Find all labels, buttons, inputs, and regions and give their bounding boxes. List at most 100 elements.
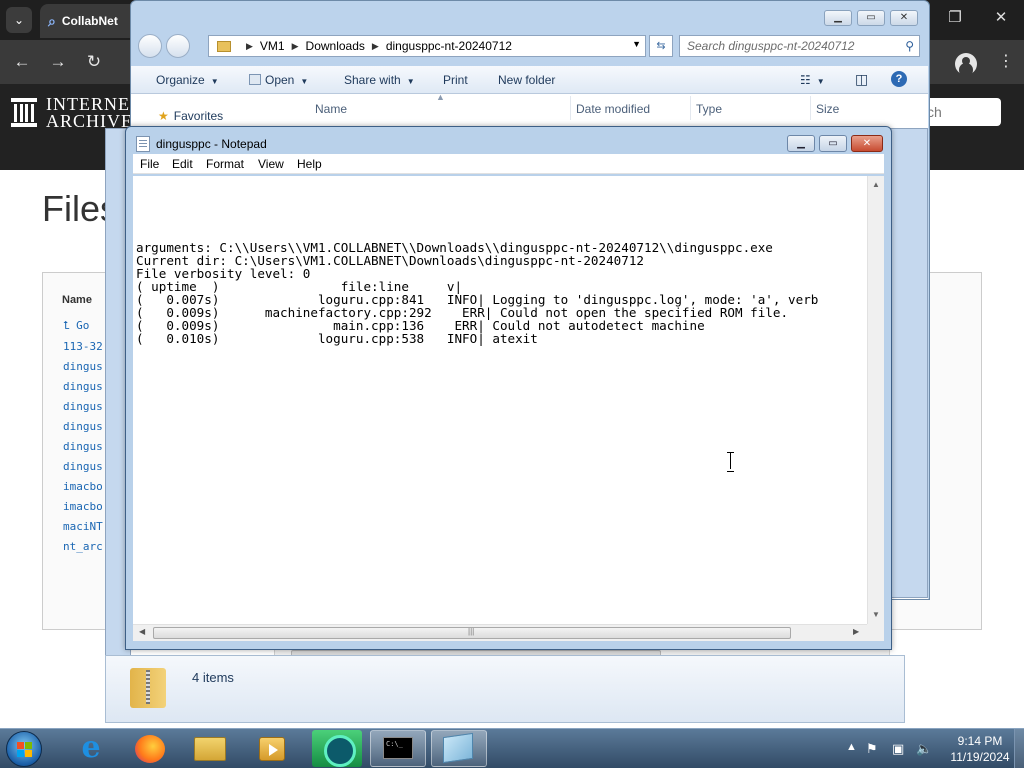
windows-logo-icon (17, 742, 32, 757)
window-frame (888, 128, 928, 598)
file-link[interactable]: maciNT (63, 520, 107, 533)
file-link[interactable]: dingus (63, 440, 107, 453)
menu-view[interactable]: View (258, 157, 284, 171)
close-button[interactable]: ✕ (890, 10, 918, 26)
tab-search-icon[interactable]: ⌄ (6, 7, 32, 33)
column-divider[interactable] (690, 96, 691, 120)
chevron-right-icon: ▶ (246, 40, 253, 51)
address-bar[interactable]: ▶ VM1 ▶ Downloads ▶ dingusppc-nt-2024071… (208, 35, 646, 57)
close-button[interactable]: ✕ (851, 135, 883, 152)
scroll-down-icon[interactable]: ▼ (872, 610, 880, 619)
search-icon: ⚲ (905, 39, 914, 53)
menu-file[interactable]: File (140, 157, 159, 171)
log-text: arguments: C:\\Users\\VM1.COLLABNET\\Dow… (136, 241, 818, 345)
horizontal-scrollbar[interactable]: ◀ ||| ▶ (133, 624, 867, 641)
menu-format[interactable]: Format (206, 157, 244, 171)
folder-icon (194, 737, 226, 761)
browser-tab[interactable]: ⌕ CollabNet (40, 4, 140, 38)
column-divider[interactable] (570, 96, 571, 120)
maximize-button[interactable]: ▭ (819, 135, 847, 152)
file-link[interactable]: nt_arc (63, 540, 107, 553)
start-button[interactable] (6, 731, 42, 767)
menu-edit[interactable]: Edit (172, 157, 193, 171)
profile-avatar-icon[interactable] (955, 53, 977, 75)
help-icon[interactable]: ? (891, 71, 907, 87)
notepad-icon (136, 136, 150, 152)
file-link[interactable]: imacbo (63, 500, 107, 513)
show-desktop-button[interactable] (1014, 729, 1024, 768)
action-center-icon[interactable]: ⚑ (866, 741, 878, 757)
vertical-scrollbar[interactable]: ▲ ▼ (867, 176, 884, 624)
search-icon: ⌕ (48, 12, 56, 29)
star-icon: ★ (158, 109, 169, 123)
zip-folder-icon (130, 668, 166, 708)
browser-tab-title: CollabNet (61, 14, 118, 28)
menu-icon[interactable]: ⋮ (998, 51, 1014, 71)
organize-button[interactable]: Organize ▼ (156, 73, 219, 87)
text-editor[interactable]: arguments: C:\\Users\\VM1.COLLABNET\\Dow… (133, 176, 867, 624)
restore-icon[interactable]: ❐ (940, 8, 970, 26)
scroll-left-icon[interactable]: ◀ (139, 627, 145, 636)
menu-bar (133, 154, 884, 174)
favorites-nav-item[interactable]: ★ Favorites (158, 109, 223, 123)
chevron-down-icon: ▼ (210, 77, 219, 86)
files-column-header[interactable]: Name (62, 294, 92, 306)
menu-help[interactable]: Help (297, 157, 322, 171)
refresh-button[interactable]: ⇆ (649, 35, 673, 57)
new-folder-button[interactable]: New folder (498, 73, 555, 87)
clock[interactable]: 9:14 PM 11/19/2024 (950, 733, 1010, 765)
back-icon[interactable] (138, 34, 162, 58)
breadcrumb-item[interactable]: Downloads (306, 39, 365, 53)
scroll-up-icon[interactable]: ▲ (872, 180, 880, 189)
column-divider[interactable] (810, 96, 811, 120)
network-icon[interactable]: ▣ (892, 741, 904, 757)
maximize-button[interactable]: ▭ (857, 10, 885, 26)
search-input[interactable]: Search dingusppc-nt-20240712 ⚲ (679, 35, 920, 57)
file-link[interactable]: dingus (63, 400, 107, 413)
volume-icon[interactable]: 🔈 (916, 741, 932, 757)
archive-temple-icon (11, 98, 37, 127)
open-icon (249, 74, 261, 85)
minimize-button[interactable]: ▁ (824, 10, 852, 26)
clock-time: 9:14 PM (957, 734, 1003, 748)
back-icon[interactable]: ← (10, 52, 34, 72)
back-forward-buttons (138, 34, 194, 58)
show-hidden-icons-icon[interactable]: ▲ (846, 741, 857, 753)
details-pane (105, 655, 905, 723)
file-link[interactable]: dingus (63, 420, 107, 433)
minimize-button[interactable]: ▁ (787, 135, 815, 152)
view-options-icon[interactable]: ☷ ▼ (800, 73, 825, 87)
share-with-button[interactable]: Share with ▼ (344, 73, 415, 87)
cmd-icon: C:\_ (383, 737, 413, 759)
file-link[interactable]: imacbo (63, 480, 107, 493)
search-placeholder: Search dingusppc-nt-20240712 (687, 39, 855, 53)
clock-date: 11/19/2024 (950, 750, 1010, 764)
media-player-icon[interactable] (259, 737, 285, 761)
column-header-type[interactable]: Type (696, 102, 722, 116)
print-button[interactable]: Print (443, 73, 468, 87)
preview-pane-icon[interactable]: ◫ (855, 71, 868, 88)
column-header-name[interactable]: Name (315, 102, 347, 116)
forward-icon[interactable]: → (46, 52, 70, 72)
size-grip[interactable] (867, 624, 884, 641)
up-arrow-icon: ⮤ (63, 319, 77, 332)
file-link[interactable]: 113-32 (63, 340, 107, 353)
firefox-icon[interactable] (135, 735, 165, 763)
column-header-date-modified[interactable]: Date modified (576, 102, 650, 116)
chevron-down-icon: ▼ (406, 77, 415, 86)
internet-explorer-icon[interactable]: e (76, 733, 106, 764)
column-header-size[interactable]: Size (816, 102, 839, 116)
open-button[interactable]: Open ▼ (249, 73, 308, 87)
file-link[interactable]: dingus (63, 380, 107, 393)
close-icon[interactable]: ✕ (986, 8, 1016, 26)
scroll-right-icon[interactable]: ▶ (853, 627, 859, 636)
chevron-down-icon[interactable]: ▼ (632, 39, 641, 49)
file-link[interactable]: dingus (63, 360, 107, 373)
forward-icon[interactable] (166, 34, 190, 58)
parent-dir-link[interactable]: ⮤ Go (63, 319, 107, 333)
breadcrumb-item[interactable]: VM1 (260, 39, 285, 53)
reload-icon[interactable]: ↻ (82, 52, 106, 72)
file-link[interactable]: dingus (63, 460, 107, 473)
chrome-app-icon[interactable] (312, 730, 362, 767)
breadcrumb-item[interactable]: dingusppc-nt-20240712 (386, 39, 512, 53)
